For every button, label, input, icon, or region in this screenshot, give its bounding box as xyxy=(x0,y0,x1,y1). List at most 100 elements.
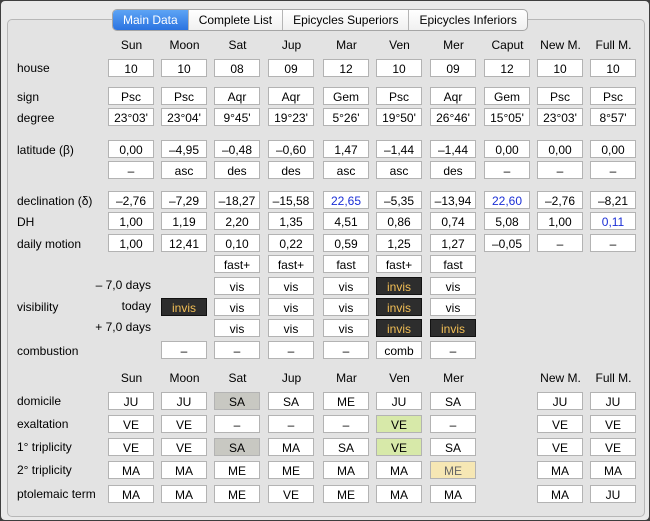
value-cell: Psc xyxy=(590,87,636,105)
value-cell: MA xyxy=(376,461,422,479)
row-label: house xyxy=(17,61,50,75)
value-cell: SA xyxy=(430,438,476,456)
window: Main Data Complete List Epicycles Superi… xyxy=(1,1,649,520)
value-cell: 4,51 xyxy=(323,212,369,230)
value-cell: – xyxy=(590,161,636,179)
column-header: Jup xyxy=(281,371,302,385)
value-cell: 0,10 xyxy=(214,234,260,252)
value-cell: –0,48 xyxy=(214,140,260,158)
value-cell: 23°04' xyxy=(161,108,207,126)
row-label: sign xyxy=(17,90,40,104)
value-cell: – xyxy=(537,161,583,179)
value-cell: invis xyxy=(376,277,422,295)
value-cell: – xyxy=(268,341,314,359)
value-cell: vis xyxy=(323,319,369,337)
row-label: daily motion xyxy=(17,237,82,251)
value-cell: invis xyxy=(161,298,207,316)
value-cell: 19°23' xyxy=(268,108,314,126)
value-cell: 1,00 xyxy=(108,234,154,252)
value-cell: 1,35 xyxy=(268,212,314,230)
tab-bar: Main Data Complete List Epicycles Superi… xyxy=(112,9,528,31)
value-cell: MA xyxy=(108,461,154,479)
value-cell: MA xyxy=(537,461,583,479)
value-cell: des xyxy=(430,161,476,179)
value-cell: MA xyxy=(376,485,422,503)
value-cell: 08 xyxy=(214,59,260,77)
column-header: Moon xyxy=(169,371,200,385)
value-cell: VE xyxy=(537,415,583,433)
app-body: { "tabs": ["Main Data", "Complete List",… xyxy=(0,0,650,521)
tab-main-data[interactable]: Main Data xyxy=(113,10,188,30)
value-cell: – xyxy=(484,161,530,179)
value-cell: –2,76 xyxy=(537,191,583,209)
value-cell: 22,60 xyxy=(484,191,530,209)
visibility-plus-label: + 7,0 days xyxy=(95,320,151,334)
value-cell: – xyxy=(268,415,314,433)
value-cell: Psc xyxy=(376,87,422,105)
tab-complete-list[interactable]: Complete List xyxy=(187,10,282,30)
value-cell: VE xyxy=(161,415,207,433)
value-cell: –8,21 xyxy=(590,191,636,209)
column-header: Mar xyxy=(336,371,357,385)
value-cell: 23°03' xyxy=(537,108,583,126)
value-cell: –0,60 xyxy=(268,140,314,158)
value-cell: 1,27 xyxy=(430,234,476,252)
value-cell: 12 xyxy=(484,59,530,77)
value-cell: – xyxy=(590,234,636,252)
value-cell: 2,20 xyxy=(214,212,260,230)
value-cell: ME xyxy=(323,392,369,410)
value-cell: 0,74 xyxy=(430,212,476,230)
value-cell: VE xyxy=(268,485,314,503)
value-cell: JU xyxy=(161,392,207,410)
value-cell: 09 xyxy=(268,59,314,77)
value-cell: – xyxy=(108,161,154,179)
value-cell: JU xyxy=(537,392,583,410)
column-header: Moon xyxy=(169,38,200,52)
value-cell: MA xyxy=(430,485,476,503)
row-label: degree xyxy=(17,111,55,125)
value-cell: 09 xyxy=(430,59,476,77)
value-cell: 0,86 xyxy=(376,212,422,230)
value-cell: VE xyxy=(108,415,154,433)
row-label: exaltation xyxy=(17,417,69,431)
column-header: Mar xyxy=(336,38,357,52)
value-cell: 1,00 xyxy=(537,212,583,230)
column-header: Full M. xyxy=(595,38,632,52)
value-cell: 9°45' xyxy=(214,108,260,126)
value-cell: JU xyxy=(376,392,422,410)
value-cell: Psc xyxy=(161,87,207,105)
value-cell: Psc xyxy=(537,87,583,105)
column-header: New M. xyxy=(540,371,581,385)
value-cell: VE xyxy=(108,438,154,456)
value-cell: 12 xyxy=(323,59,369,77)
value-cell: vis xyxy=(214,298,260,316)
value-cell: MA xyxy=(161,485,207,503)
value-cell: 1,00 xyxy=(108,212,154,230)
value-cell: SA xyxy=(430,392,476,410)
value-cell: SA xyxy=(268,392,314,410)
value-cell: ME xyxy=(268,461,314,479)
tab-epicycles-superiors[interactable]: Epicycles Superiors xyxy=(282,10,408,30)
value-cell: MA xyxy=(108,485,154,503)
value-cell: 0,00 xyxy=(590,140,636,158)
column-header: Mer xyxy=(443,38,464,52)
value-cell: –0,05 xyxy=(484,234,530,252)
row-label: 2° triplicity xyxy=(17,463,72,477)
tab-epicycles-inferiors[interactable]: Epicycles Inferiors xyxy=(408,10,526,30)
visibility-minus-label: – 7,0 days xyxy=(95,278,151,292)
value-cell: VE xyxy=(590,438,636,456)
column-header: Sat xyxy=(228,38,247,52)
value-cell: 0,00 xyxy=(484,140,530,158)
value-cell: SA xyxy=(214,438,260,456)
value-cell: SA xyxy=(323,438,369,456)
value-cell: – xyxy=(214,415,260,433)
value-cell: ME xyxy=(430,461,476,479)
value-cell: –13,94 xyxy=(430,191,476,209)
value-cell: 10 xyxy=(161,59,207,77)
value-cell: 15°05' xyxy=(484,108,530,126)
value-cell: 0,59 xyxy=(323,234,369,252)
value-cell: MA xyxy=(323,461,369,479)
value-cell: –7,29 xyxy=(161,191,207,209)
value-cell: –1,44 xyxy=(430,140,476,158)
value-cell: vis xyxy=(323,298,369,316)
